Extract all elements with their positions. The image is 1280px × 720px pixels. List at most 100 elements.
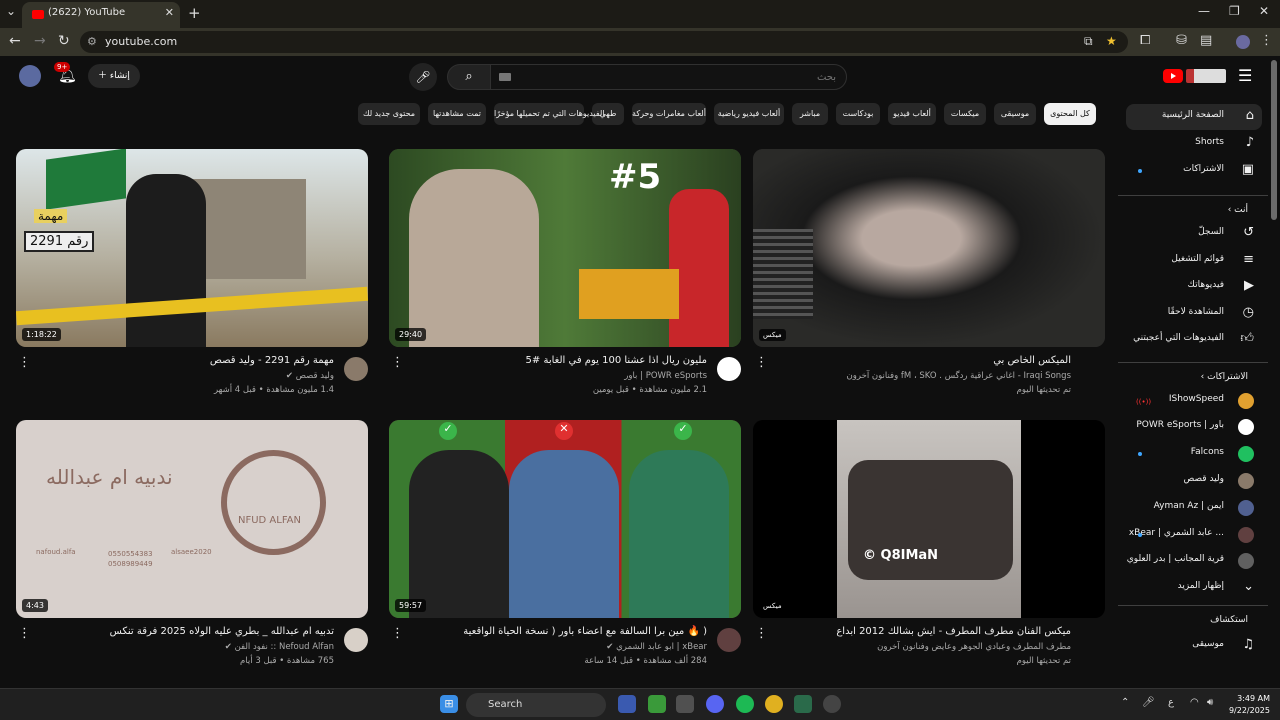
filter-chip[interactable]: كل المحتوى (1044, 103, 1096, 125)
tray-chevron-icon[interactable]: ⌃ (1121, 697, 1129, 708)
sidebar-item[interactable]: ♪ Shorts (1126, 131, 1262, 157)
video-title[interactable]: تدبيه ام عبدالله _ بطري عليه الولاه 2025… (34, 626, 334, 637)
discord-icon[interactable] (706, 695, 724, 713)
chrome-icon[interactable] (765, 695, 783, 713)
sidebar-item[interactable]: ◷ المشاهدة لاحقًا (1126, 301, 1262, 327)
close-window-icon[interactable]: ✕ (1259, 4, 1269, 18)
channel-avatar[interactable] (717, 357, 741, 381)
wifi-icon[interactable]: ◠ (1190, 697, 1199, 708)
voice-search-mic-icon[interactable]: 🎤︎ (409, 63, 437, 91)
sidebar-item[interactable]: ≡ قوائم التشغيل (1126, 248, 1262, 274)
profile-avatar[interactable] (1236, 35, 1250, 49)
filter-chip[interactable]: ألعاب فيديو (888, 103, 936, 125)
video-thumbnail[interactable]: ميكس (753, 149, 1105, 347)
more-options-icon[interactable]: ⋮ (18, 626, 31, 641)
channel-avatar[interactable] (717, 628, 741, 652)
video-thumbnail[interactable]: مهمة رقم 2291 1:18:22 (16, 149, 368, 347)
extensions-icon[interactable]: ⧠ (1140, 33, 1150, 48)
show-more-button[interactable]: ⌄ إظهار المزيد (1126, 575, 1262, 601)
close-tab-icon[interactable]: ✕ (165, 6, 174, 19)
filter-chip[interactable]: الفيديوهات التي تم تحميلها مؤخرًا (494, 103, 605, 125)
video-title[interactable]: مليون ريال اذا عشنا 100 يوم في الغابة #5 (407, 355, 707, 366)
excel-icon[interactable] (794, 695, 812, 713)
sidebar-subscription[interactable]: قرية المجانب | بدر العلوي (1126, 548, 1262, 574)
install-app-icon[interactable]: ⧉ (1084, 34, 1093, 49)
filter-chip[interactable]: موسيقى (994, 103, 1036, 125)
video-title[interactable]: مهمة رقم 2291 - وليد قصص (34, 355, 334, 366)
filter-chip[interactable]: مباشر (792, 103, 828, 125)
subscriptions-heading[interactable]: ‹ الاشتراكات (1201, 372, 1248, 382)
search-input[interactable] (491, 65, 846, 89)
forward-icon[interactable]: → (34, 33, 46, 49)
site-info-icon[interactable]: ⚙ (87, 35, 97, 48)
channel-name[interactable]: وليد قصص ✔ (34, 371, 334, 381)
filter-chip[interactable]: بودكاست (836, 103, 880, 125)
sidebar-item[interactable]: ▣ الاشتراكات (1126, 158, 1262, 184)
tray-mic-icon[interactable]: 🎤︎ (1142, 697, 1155, 708)
taskbar-clock[interactable]: 3:49 AM 9/22/2025 (1226, 693, 1270, 717)
sidebar-item[interactable]: ▶ فيديوهاتك (1126, 274, 1262, 300)
channel-name[interactable]: POWR eSports | باور (407, 371, 707, 381)
create-button[interactable]: ＋ إنشاء (88, 64, 140, 88)
address-bar[interactable]: ⚙ youtube.com ⧉ ★ (80, 31, 1128, 53)
minecraft-icon[interactable] (648, 695, 666, 713)
page-scrollbar[interactable] (1271, 60, 1277, 220)
channel-avatar[interactable] (344, 357, 368, 381)
filter-chip[interactable]: محتوى جديد لك (358, 103, 420, 125)
incognito-icon[interactable]: ⛁ (1176, 33, 1187, 48)
video-title[interactable]: الميكس الخاص بي (771, 355, 1071, 366)
you-section-heading[interactable]: ‹ أنت (1228, 205, 1248, 215)
sidebar-subscription[interactable]: Falcons (1126, 441, 1262, 467)
more-options-icon[interactable]: ⋮ (391, 626, 404, 641)
video-thumbnail[interactable]: NFUD ALFAN ندبيه ام عبدالله nafoud.alfa 055… (16, 420, 368, 618)
xbox-icon[interactable] (823, 695, 841, 713)
volume-icon[interactable]: 🔊︎ (1207, 697, 1213, 708)
channel-name[interactable]: Iraqi Songs - اغاني عراقية ردگس . fM ، S… (771, 371, 1071, 381)
keyboard-icon[interactable] (499, 73, 511, 81)
channel-name[interactable]: مطرف المطرف وعبادي الجوهر وعايض وفنانون … (771, 642, 1071, 652)
video-thumbnail[interactable]: ✓ ✕ ✓ 59:57 (389, 420, 741, 618)
file-explorer-icon[interactable] (618, 695, 636, 713)
input-language[interactable]: ع (1168, 697, 1174, 708)
new-tab-icon[interactable]: + (188, 4, 201, 22)
sidebar-item[interactable]: ↺ السجلّ (1126, 221, 1262, 247)
account-avatar[interactable] (19, 65, 41, 87)
video-title[interactable]: ميكس الفنان مطرف المطرف - ايش بشالك 2012… (771, 626, 1071, 637)
chrome-menu-icon[interactable]: ⋮ (1260, 33, 1273, 48)
channel-name[interactable]: Nefoud Alfan :: نفود الفن ✔ (34, 642, 334, 652)
spotify-icon[interactable] (736, 695, 754, 713)
reload-icon[interactable]: ↻ (58, 33, 70, 49)
sidebar-subscription[interactable]: Ayman Az | ايمن (1126, 495, 1262, 521)
filter-chip[interactable]: تمت مشاهدتها (428, 103, 486, 125)
side-panel-icon[interactable]: ▤ (1200, 33, 1212, 48)
youtube-wordmark[interactable] (1186, 69, 1226, 83)
more-options-icon[interactable]: ⋮ (755, 626, 768, 641)
start-menu-icon[interactable]: ⊞ (440, 695, 458, 713)
sidebar-item[interactable]: 👍︎ الفيديوهات التي أعجبتني (1126, 327, 1262, 353)
search-button[interactable]: ⌕ (447, 64, 491, 90)
video-title[interactable]: ( 🔥 مين برا السالفة مع اعضاء باور ( نسخة… (407, 626, 707, 637)
sidebar-item[interactable]: ♫ موسيقى (1126, 633, 1262, 659)
sidebar-subscription[interactable]: وليد قصص (1126, 468, 1262, 494)
browser-tab[interactable]: (2622) YouTube ✕ (22, 2, 180, 28)
back-icon[interactable]: ← (9, 33, 21, 49)
sidebar-item[interactable]: ⌂ الصفحة الرئيسية (1126, 104, 1262, 130)
channel-avatar[interactable] (344, 628, 368, 652)
video-thumbnail[interactable]: #5 29:40 (389, 149, 741, 347)
sidebar-subscription[interactable]: POWR eSports | باور (1126, 414, 1262, 440)
taskbar-search[interactable]: Search (466, 693, 606, 717)
restore-icon[interactable]: ❐ (1229, 4, 1240, 18)
filter-chip[interactable]: ميكسات (944, 103, 986, 125)
search-box[interactable] (490, 64, 847, 90)
minimize-icon[interactable]: — (1198, 4, 1210, 18)
youtube-logo-icon[interactable] (1163, 69, 1183, 83)
video-thumbnail[interactable]: © Q8IMaN ميكس (753, 420, 1105, 618)
more-options-icon[interactable]: ⋮ (391, 355, 404, 370)
more-options-icon[interactable]: ⋮ (755, 355, 768, 370)
app-icon[interactable] (676, 695, 694, 713)
sidebar-subscription[interactable]: xBear | عابد الشمري ... (1126, 522, 1262, 548)
filter-chip[interactable]: ألعاب مغامرات وحركة (632, 103, 706, 125)
channel-name[interactable]: xBear | ابو عابد الشمري ✔ (407, 642, 707, 652)
sidebar-subscription[interactable]: IShowSpeed ((•)) (1126, 388, 1262, 414)
bookmark-star-icon[interactable]: ★ (1106, 34, 1117, 48)
